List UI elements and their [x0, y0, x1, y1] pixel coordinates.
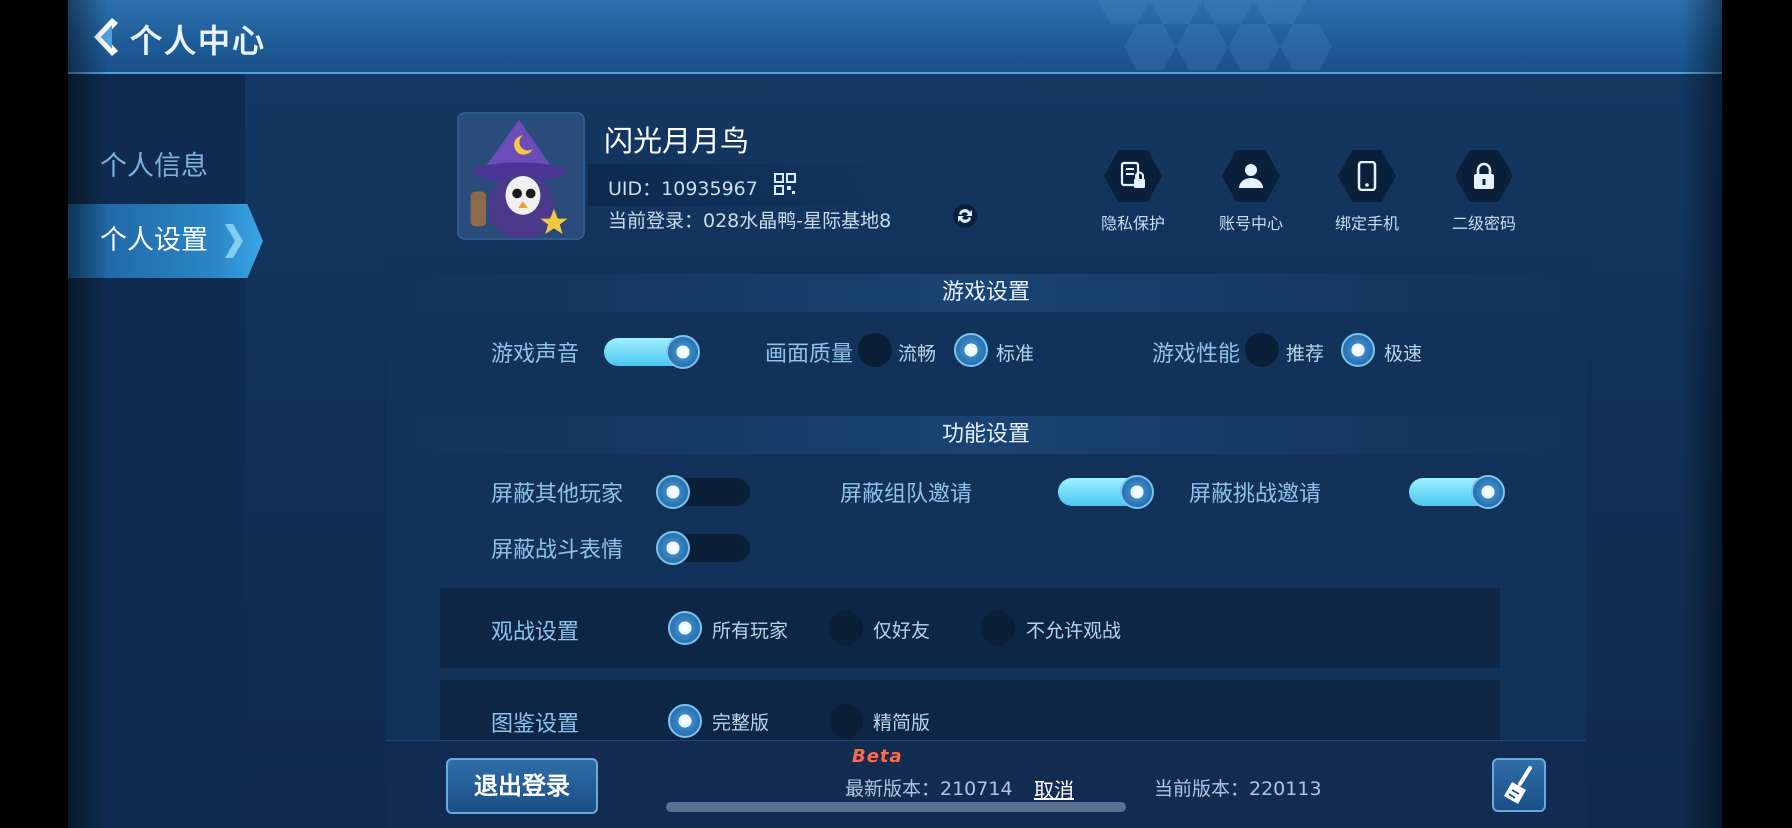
broom-icon: [1504, 766, 1532, 804]
performance-recommended-radio[interactable]: [1245, 333, 1279, 367]
atlas-full-radio[interactable]: [668, 704, 702, 738]
quality-smooth-label: 流畅: [898, 343, 937, 365]
spectate-friends-label: 仅好友: [873, 620, 931, 642]
qr-code-icon[interactable]: [773, 172, 797, 196]
owl-wizard-avatar-icon: [459, 114, 583, 238]
toggle-knob: [1471, 475, 1505, 509]
current-login-text: 当前登录：028水晶鸭-星际基地8: [608, 210, 892, 232]
spectate-settings-row: [440, 588, 1500, 668]
performance-fast-label: 极速: [1384, 343, 1423, 365]
block-emotes-label: 屏蔽战斗表情: [491, 538, 624, 563]
user-icon: [1239, 164, 1263, 188]
atlas-lite-label: 精简版: [873, 712, 931, 734]
bind-phone-button[interactable]: 绑定手机: [1317, 150, 1417, 234]
quick-action-label: 隐私保护: [1100, 214, 1165, 233]
current-version: 当前版本：220113: [1154, 778, 1322, 800]
nav-item-label: 个人设置: [100, 225, 208, 256]
lock-icon: [1474, 162, 1494, 189]
atlas-full-label: 完整版: [712, 712, 770, 734]
performance-label: 游戏性能: [1152, 342, 1241, 367]
logout-button[interactable]: 退出登录: [446, 758, 598, 814]
block-players-toggle[interactable]: [656, 475, 750, 509]
avatar[interactable]: [457, 112, 585, 240]
personal-center-window: 个人中心 个人信息 个人设置 闪光月月鸟 UID：10935967 当前登录：0…: [68, 0, 1722, 828]
header-bar: 个人中心: [68, 0, 1722, 74]
clear-cache-button[interactable]: [1492, 758, 1546, 812]
spectate-none-radio[interactable]: [981, 611, 1015, 645]
quality-label: 画面质量: [765, 342, 854, 367]
spectate-all-radio[interactable]: [668, 611, 702, 645]
atlas-lite-radio[interactable]: [829, 704, 863, 738]
secondary-password-button[interactable]: 二级密码: [1434, 150, 1534, 234]
quick-action-label: 二级密码: [1451, 214, 1516, 233]
toggle-knob: [656, 531, 690, 565]
spectate-none-label: 不允许观战: [1026, 620, 1122, 642]
account-center-button[interactable]: 账号中心: [1201, 150, 1301, 234]
spectate-label: 观战设置: [491, 620, 580, 645]
section-title-game: 游戏设置: [386, 274, 1586, 312]
chevron-right-icon: [225, 224, 243, 258]
spectate-friends-radio[interactable]: [829, 611, 863, 645]
privacy-protection-button[interactable]: 隐私保护: [1083, 150, 1183, 234]
performance-recommended-label: 推荐: [1286, 343, 1325, 365]
block-team-invite-label: 屏蔽组队邀请: [840, 482, 973, 507]
switch-server-icon[interactable]: [952, 203, 978, 229]
atlas-settings-row: [440, 680, 1500, 740]
spectate-all-label: 所有玩家: [712, 620, 789, 642]
toggle-knob: [656, 475, 690, 509]
nav-item-label: 个人信息: [100, 151, 208, 182]
quality-standard-radio[interactable]: [954, 333, 988, 367]
nickname: 闪光月月鸟: [604, 124, 750, 158]
performance-fast-radio[interactable]: [1341, 333, 1375, 367]
block-emotes-toggle[interactable]: [656, 531, 750, 565]
beta-badge: Beta: [852, 746, 903, 767]
block-players-label: 屏蔽其他玩家: [491, 482, 624, 507]
section-title-function: 功能设置: [386, 416, 1586, 454]
quality-smooth-radio[interactable]: [858, 333, 892, 367]
game-sound-toggle[interactable]: [604, 335, 700, 369]
block-challenge-invite-toggle[interactable]: [1409, 475, 1505, 509]
block-team-invite-toggle[interactable]: [1058, 475, 1154, 509]
atlas-label: 图鉴设置: [491, 712, 580, 737]
home-indicator: [666, 802, 1126, 812]
settings-panel: 游戏设置 游戏声音 画面质量 流畅 标准 游戏性能 推荐 极速 功能设置 屏蔽其…: [386, 258, 1586, 740]
phone-icon: [1357, 161, 1377, 191]
toggle-knob: [1120, 475, 1154, 509]
privacy-doc-lock-icon: [1120, 161, 1145, 188]
right-edge-shadow: [1682, 0, 1722, 828]
quick-action-label: 绑定手机: [1334, 214, 1399, 233]
quality-standard-label: 标准: [996, 343, 1035, 365]
block-challenge-invite-label: 屏蔽挑战邀请: [1189, 482, 1322, 507]
cancel-link[interactable]: 取消: [1034, 774, 1074, 803]
uid-text: UID：10935967: [608, 178, 758, 200]
page-title: 个人中心: [130, 22, 267, 60]
toggle-knob: [666, 335, 700, 369]
latest-version: 最新版本：210714: [845, 778, 1013, 800]
quick-action-label: 账号中心: [1218, 214, 1283, 233]
left-edge-shadow: [68, 0, 108, 828]
game-sound-label: 游戏声音: [491, 342, 580, 367]
